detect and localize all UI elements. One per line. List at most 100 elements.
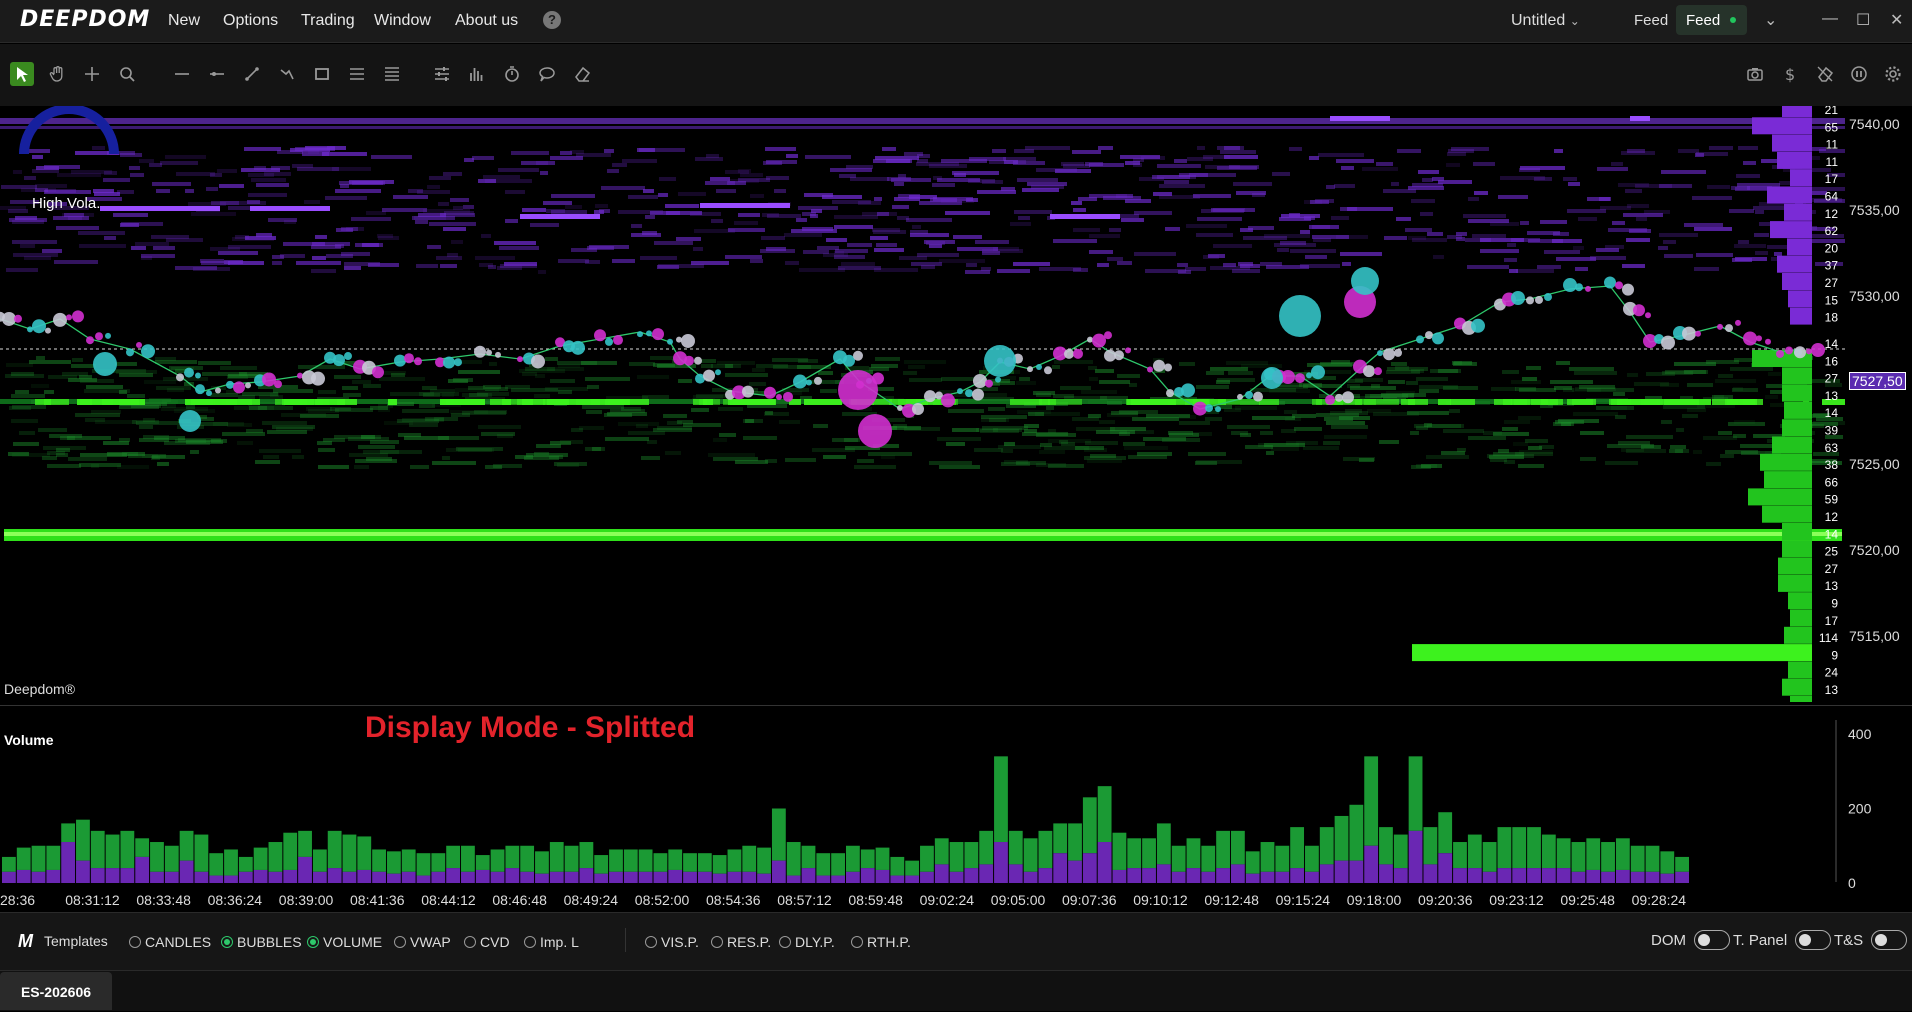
histogram-icon[interactable]	[465, 62, 489, 86]
pointer-icon[interactable]	[10, 62, 34, 86]
levels-icon[interactable]	[380, 62, 404, 86]
volume-bar-sell	[224, 849, 238, 876]
bid-size-label: 59	[1825, 493, 1839, 507]
eraser-icon[interactable]	[570, 62, 594, 86]
radio-icon[interactable]	[464, 936, 476, 948]
option-label: VOLUME	[323, 934, 383, 950]
radio-icon[interactable]	[779, 936, 791, 948]
separator	[625, 928, 626, 952]
bid-size-label: 16	[1825, 354, 1839, 368]
volume-bar-buy	[1541, 868, 1556, 883]
ray-icon[interactable]	[205, 62, 229, 86]
trade-bubble	[136, 342, 142, 349]
volume-bar-buy	[446, 868, 461, 883]
templates-label[interactable]: Templates	[44, 933, 108, 949]
volume-bar-buy	[268, 871, 283, 883]
toggle-tpanel-switch[interactable]	[1795, 930, 1832, 950]
trade-bubble	[45, 327, 51, 334]
trade-bubble	[1125, 347, 1131, 354]
radio-icon[interactable]	[307, 936, 319, 948]
hline-icon[interactable]	[170, 62, 194, 86]
trade-bubble	[1383, 348, 1395, 361]
menu-trading[interactable]: Trading	[301, 12, 355, 30]
trendline-icon[interactable]	[240, 62, 264, 86]
trade-bubble	[776, 394, 782, 401]
feed-dropdown-icon[interactable]: ⌄	[1764, 10, 1777, 30]
hand-icon[interactable]	[45, 62, 69, 86]
tab-es-202606[interactable]: ES-202606	[0, 972, 112, 1010]
volume-bar-sell	[253, 847, 268, 870]
time-tick: 08:41:36	[350, 892, 405, 908]
feed-button[interactable]: Feed	[1676, 5, 1747, 35]
template-option-impl[interactable]: Imp. L	[524, 934, 579, 950]
volume-bar-sell	[1260, 842, 1275, 872]
crosshair-icon[interactable]	[80, 62, 104, 86]
volume-bar-sell	[1201, 845, 1216, 872]
toggle-dom[interactable]: DOM	[1651, 930, 1730, 950]
minimize-icon[interactable]: —	[1822, 10, 1838, 28]
volume-bar-buy	[46, 869, 61, 883]
toggle-dom-switch[interactable]	[1694, 930, 1730, 950]
volume-bar-sell	[668, 849, 683, 870]
radio-icon[interactable]	[711, 936, 723, 948]
trade-bubble	[1645, 312, 1651, 319]
radio-icon[interactable]	[129, 936, 141, 948]
profile-option-1[interactable]: RES.P.	[711, 934, 771, 950]
trade-bubble	[965, 389, 973, 398]
profile-option-3[interactable]: RTH.P.	[851, 934, 911, 950]
pause-icon[interactable]	[1847, 62, 1871, 86]
settings-sliders-icon[interactable]	[430, 62, 454, 86]
clear-icon[interactable]	[1813, 62, 1837, 86]
volume-bar-sell	[1541, 834, 1556, 869]
volume-bar-buy	[505, 868, 520, 883]
volume-bar-buy	[1453, 868, 1467, 883]
path-icon[interactable]	[275, 62, 299, 86]
volume-bar-sell	[1453, 842, 1467, 869]
volume-bar-sell	[786, 842, 801, 876]
volume-bar-buy	[831, 875, 845, 883]
workspace-title[interactable]: Untitled ⌄	[1511, 12, 1580, 30]
toggle-ts[interactable]: T&S	[1834, 930, 1908, 950]
comment-icon[interactable]	[535, 62, 559, 86]
trade-bubble	[454, 358, 462, 367]
help-icon[interactable]: ?	[543, 11, 561, 29]
menu-new[interactable]: New	[168, 12, 200, 30]
toggle-tpanel[interactable]: T. Panel	[1733, 930, 1832, 950]
toggle-ts-switch[interactable]	[1871, 930, 1908, 950]
trade-bubble	[594, 329, 606, 342]
price-scale[interactable]: 7540,00 7535,00 7530,00 7527,50 7525,00 7520,…	[1845, 106, 1912, 730]
rectangle-icon[interactable]	[310, 62, 334, 86]
trade-bubble	[1104, 331, 1112, 340]
radio-icon[interactable]	[221, 936, 233, 948]
heatmap-chart[interactable]: 21 65 11 11 17 64 12 62 20 37 27 15 18 14 16 27 13 14 39 63…	[0, 100, 1912, 730]
profile-option-2[interactable]: DLY.P.	[779, 934, 835, 950]
trade-bubble	[703, 369, 715, 382]
radio-icon[interactable]	[645, 936, 657, 948]
close-icon[interactable]: ✕	[1890, 10, 1903, 30]
gear-icon[interactable]	[1881, 62, 1905, 86]
volume-bar-sell	[1438, 812, 1453, 854]
trade-bubble	[1166, 389, 1174, 398]
radio-icon[interactable]	[524, 936, 536, 948]
template-option-vwap[interactable]: VWAP	[394, 934, 451, 950]
radio-icon[interactable]	[851, 936, 863, 948]
template-option-bubbles[interactable]: BUBBLES	[221, 934, 302, 950]
radio-icon[interactable]	[394, 936, 406, 948]
profile-option-0[interactable]: VIS.P.	[645, 934, 699, 950]
menu-window[interactable]: Window	[374, 12, 431, 30]
ask-size-label: 27	[1825, 276, 1839, 290]
menu-about[interactable]: About us	[455, 12, 518, 30]
timer-icon[interactable]	[500, 62, 524, 86]
menu-options[interactable]: Options	[223, 12, 278, 30]
template-option-candles[interactable]: CANDLES	[129, 934, 211, 950]
time-tick: 08:54:36	[706, 892, 761, 908]
maximize-icon[interactable]: ☐	[1856, 10, 1870, 30]
fib-icon[interactable]	[345, 62, 369, 86]
volume-bar-sell	[1023, 838, 1038, 872]
zoom-icon[interactable]	[115, 62, 139, 86]
dollar-icon[interactable]: $	[1778, 62, 1802, 86]
template-option-cvd[interactable]: CVD	[464, 934, 510, 950]
template-option-volume[interactable]: VOLUME	[307, 934, 382, 950]
camera-icon[interactable]	[1743, 62, 1767, 86]
trade-bubble	[1661, 335, 1675, 350]
